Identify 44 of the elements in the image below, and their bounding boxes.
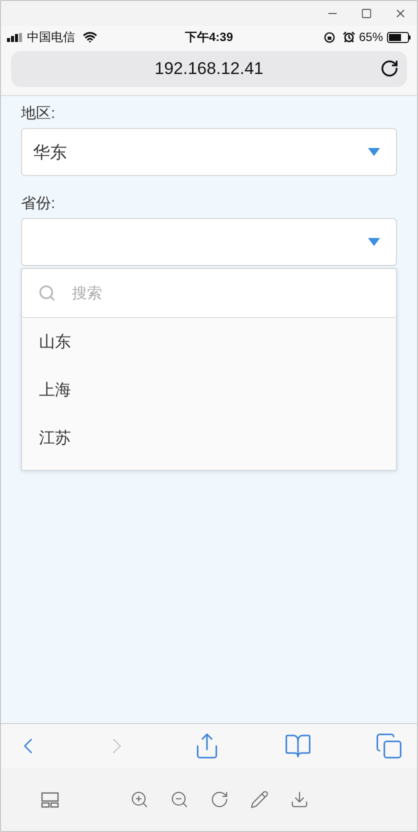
zoom-out-icon — [170, 790, 189, 809]
search-box[interactable]: 搜索 — [22, 269, 396, 318]
select-field[interactable] — [21, 218, 397, 266]
tabs-icon — [375, 732, 403, 760]
alarm-icon — [342, 31, 355, 43]
dropdown-option[interactable]: 江苏 — [22, 414, 396, 462]
book-button[interactable] — [284, 732, 312, 760]
reload-button[interactable] — [380, 59, 399, 78]
wifi-icon — [83, 30, 97, 44]
pencil-icon — [250, 790, 269, 809]
zoom-in-button[interactable] — [130, 790, 149, 809]
select-field[interactable]: 华东 — [21, 128, 397, 176]
reload-icon — [380, 59, 399, 78]
caret-icon — [368, 238, 380, 246]
download-button[interactable] — [290, 790, 309, 809]
tabs-button[interactable] — [375, 732, 403, 760]
carrier-name: 中国电信 — [27, 28, 75, 46]
close-button[interactable] — [394, 7, 407, 20]
rotation-lock-icon — [324, 32, 335, 42]
close-icon — [394, 7, 407, 20]
url-text: 192.168.12.41 — [154, 59, 264, 79]
battery-percent: 65% — [358, 30, 383, 44]
pencil-button[interactable] — [250, 790, 269, 809]
layout-button[interactable] — [41, 792, 59, 808]
field-label: 地区: — [21, 104, 56, 123]
address-bar[interactable]: 192.168.12.41 — [11, 51, 407, 87]
rotate-button[interactable] — [210, 790, 229, 809]
rotate-icon — [210, 790, 229, 809]
battery-icon — [387, 32, 411, 42]
caret-icon — [368, 148, 380, 156]
download-icon — [290, 790, 309, 809]
clock-time: 下午4:39 — [184, 28, 234, 46]
dropdown-option[interactable]: 上海 — [22, 366, 396, 414]
book-icon — [284, 732, 312, 760]
zoom-in-icon — [130, 790, 149, 809]
maximize-button[interactable] — [361, 8, 372, 19]
signal-icon — [7, 32, 23, 42]
zoom-out-button[interactable] — [170, 790, 189, 809]
field-label: 省份: — [21, 194, 56, 213]
maximize-icon — [361, 8, 372, 19]
dropdown-option[interactable]: 山东 — [22, 318, 396, 366]
search-field[interactable]: 搜索 — [70, 278, 380, 308]
search-icon — [38, 284, 56, 302]
layout-icon — [41, 792, 59, 808]
